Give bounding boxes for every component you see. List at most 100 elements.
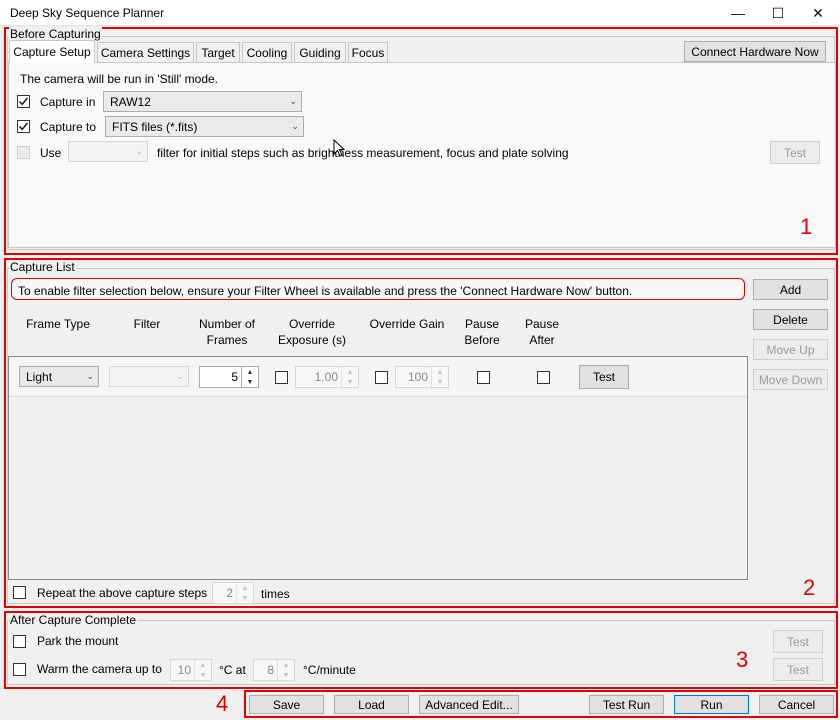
annotation-label-3: 3: [736, 647, 749, 672]
window-title: Deep Sky Sequence Planner: [10, 6, 165, 20]
use-filter-combo[interactable]: ⌄: [68, 141, 148, 162]
use-filter-checkbox[interactable]: [17, 146, 30, 159]
pause-before-checkbox[interactable]: [477, 371, 490, 384]
capture-to-combo[interactable]: FITS files (*.fits) ⌄: [105, 116, 304, 137]
annotation-label-4: 4: [216, 691, 229, 716]
capture-in-label: Capture in: [40, 95, 96, 109]
close-icon: ✕: [812, 4, 824, 21]
header-filter: Filter: [133, 317, 161, 331]
override-gain-checkbox[interactable]: [375, 371, 388, 384]
spin-down-icon[interactable]: ▼: [341, 377, 358, 387]
cancel-button[interactable]: Cancel: [759, 695, 834, 714]
row-test-button[interactable]: Test: [579, 365, 629, 389]
warm-temperature-stepper[interactable]: 10 ▲ ▼: [170, 659, 212, 681]
spin-up-icon[interactable]: ▲: [277, 660, 294, 670]
spin-up-icon[interactable]: ▲: [341, 367, 358, 377]
pause-after-checkbox[interactable]: [537, 371, 550, 384]
advanced-edit-button[interactable]: Advanced Edit...: [419, 695, 519, 714]
tab-capture-setup[interactable]: Capture Setup: [9, 40, 95, 63]
spin-down-icon[interactable]: ▼: [236, 593, 253, 603]
initial-filter-test-button[interactable]: Test: [770, 141, 820, 164]
close-button[interactable]: ✕: [798, 0, 838, 26]
warm-rate-value: 8: [267, 663, 274, 677]
warm-camera-label: Warm the camera up to: [37, 662, 162, 676]
move-up-button[interactable]: Move Up: [753, 339, 828, 360]
warm-test-button[interactable]: Test: [773, 658, 823, 681]
frame-type-combo[interactable]: Light ⌄: [19, 366, 99, 387]
spin-up-icon[interactable]: ▲: [236, 583, 253, 593]
spin-down-icon[interactable]: ▼: [241, 377, 258, 387]
tab-target[interactable]: Target: [196, 42, 240, 62]
run-button[interactable]: Run: [674, 695, 749, 714]
capture-in-checkbox[interactable]: [17, 95, 30, 108]
tab-camera-settings[interactable]: Camera Settings: [97, 42, 194, 62]
maximize-button[interactable]: ☐: [758, 0, 798, 26]
test-run-button[interactable]: Test Run: [589, 695, 664, 714]
number-of-frames-stepper[interactable]: 5 ▲ ▼: [199, 366, 259, 388]
filter-wheel-notice: To enable filter selection below, ensure…: [11, 278, 745, 300]
capture-to-checkbox[interactable]: [17, 120, 30, 133]
minimize-icon: —: [731, 5, 745, 21]
delete-step-button[interactable]: Delete: [753, 309, 828, 330]
warm-camera-checkbox[interactable]: [13, 663, 26, 676]
capture-in-value: RAW12: [110, 94, 151, 109]
celsius-at-label: °C at: [219, 663, 246, 677]
park-mount-checkbox[interactable]: [13, 635, 26, 648]
tab-cooling[interactable]: Cooling: [242, 42, 292, 62]
capture-in-combo[interactable]: RAW12 ⌄: [103, 91, 302, 112]
filter-combo[interactable]: ⌄: [109, 366, 189, 387]
override-exposure-stepper[interactable]: 1.00 ▲ ▼: [295, 366, 359, 388]
repeat-count-value: 2: [226, 586, 233, 600]
spin-up-icon[interactable]: ▲: [241, 367, 258, 377]
park-mount-label: Park the mount: [37, 634, 119, 648]
header-number-of-frames: Number of Frames: [198, 317, 256, 347]
chevron-down-icon: ⌄: [135, 146, 143, 156]
use-filter-description: filter for initial steps such as brightn…: [157, 146, 569, 160]
checkmark-icon: [18, 97, 29, 106]
header-frame-type: Frame Type: [26, 317, 90, 331]
capture-steps-list[interactable]: [8, 356, 748, 580]
capture-list-title: Capture List: [9, 260, 76, 274]
filter-wheel-notice-text: To enable filter selection below, ensure…: [18, 284, 633, 298]
spin-down-icon[interactable]: ▼: [194, 670, 211, 680]
number-of-frames-value: 5: [231, 370, 238, 384]
move-down-button[interactable]: Move Down: [753, 369, 828, 390]
override-exposure-value: 1.00: [314, 370, 338, 384]
override-exposure-checkbox[interactable]: [275, 371, 288, 384]
spin-up-icon[interactable]: ▲: [431, 367, 448, 377]
warm-rate-stepper[interactable]: 8 ▲ ▼: [253, 659, 295, 681]
load-button[interactable]: Load: [334, 695, 409, 714]
title-bar: Deep Sky Sequence Planner — ☐ ✕: [0, 0, 840, 26]
capture-mode-text: The camera will be run in 'Still' mode.: [20, 72, 218, 86]
chevron-down-icon: ⌄: [86, 371, 94, 381]
spin-up-icon[interactable]: ▲: [194, 660, 211, 670]
annotation-label-2: 2: [803, 575, 816, 600]
capture-to-label: Capture to: [40, 120, 97, 134]
spin-down-icon[interactable]: ▼: [277, 670, 294, 680]
capture-to-value: FITS files (*.fits): [112, 119, 198, 134]
header-override-exposure: Override Exposure (s): [277, 317, 347, 347]
tab-focus[interactable]: Focus: [348, 42, 388, 62]
checkmark-icon: [18, 122, 29, 131]
before-capturing-title: Before Capturing: [9, 27, 102, 41]
mouse-cursor-icon: [333, 139, 345, 157]
repeat-count-stepper[interactable]: 2 ▲ ▼: [212, 582, 254, 604]
maximize-icon: ☐: [771, 4, 785, 21]
connect-hardware-button[interactable]: Connect Hardware Now: [684, 41, 826, 62]
override-gain-stepper[interactable]: 100 ▲ ▼: [395, 366, 449, 388]
park-test-button[interactable]: Test: [773, 630, 823, 653]
repeat-steps-checkbox[interactable]: [13, 586, 26, 599]
tab-guiding[interactable]: Guiding: [294, 42, 346, 62]
header-pause-before: Pause Before: [464, 317, 500, 347]
use-filter-label: Use: [40, 146, 62, 160]
save-button[interactable]: Save: [249, 695, 324, 714]
spin-down-icon[interactable]: ▼: [431, 377, 448, 387]
chevron-down-icon: ⌄: [289, 96, 297, 106]
minimize-button[interactable]: —: [718, 0, 758, 26]
repeat-times-label: times: [261, 587, 290, 601]
add-step-button[interactable]: Add: [753, 279, 828, 300]
chevron-down-icon: ⌄: [291, 121, 299, 131]
override-gain-value: 100: [407, 370, 428, 384]
repeat-steps-label: Repeat the above capture steps: [37, 586, 208, 600]
rate-unit-label: °C/minute: [303, 663, 356, 677]
